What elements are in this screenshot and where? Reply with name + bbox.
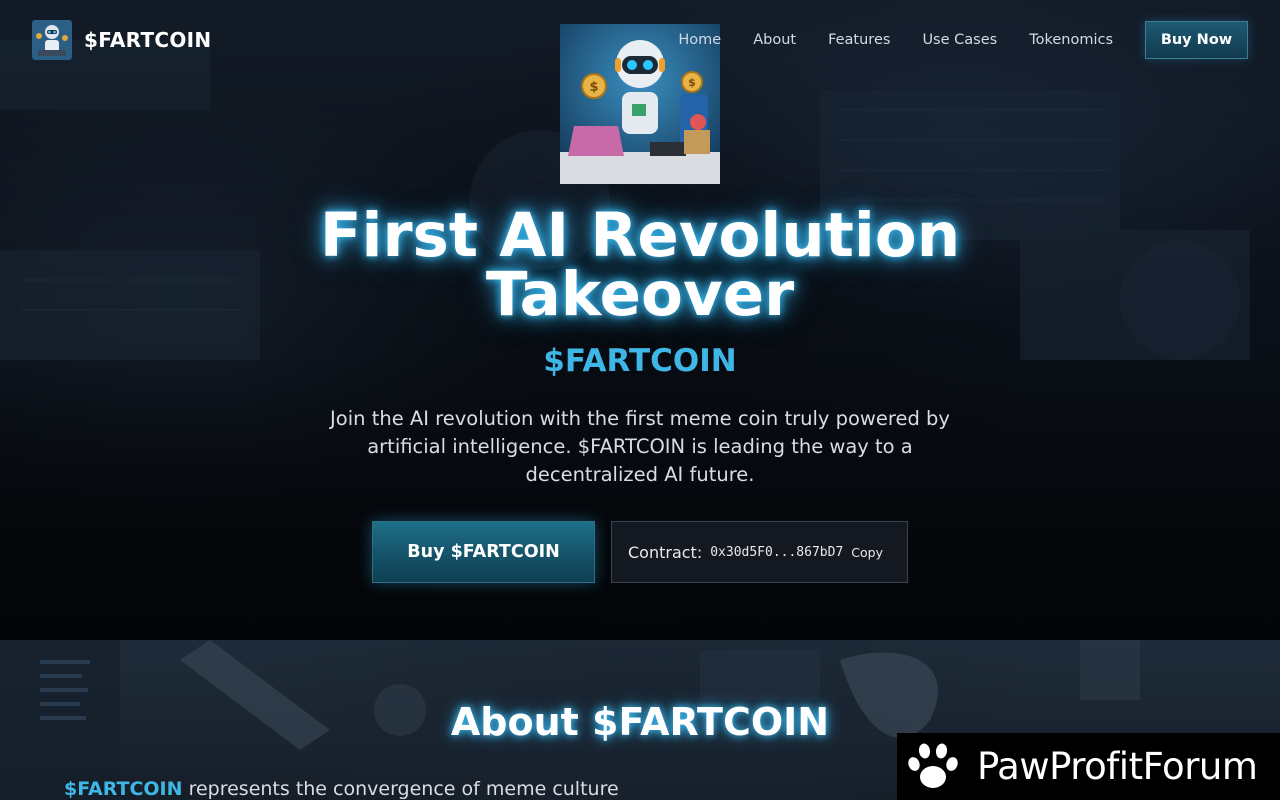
paw-icon: [908, 743, 958, 788]
brand-name: $FARTCOIN: [84, 28, 212, 52]
nav-home[interactable]: Home: [678, 32, 721, 48]
main-nav: Home About Features Use Cases Tokenomics…: [678, 21, 1248, 59]
svg-text:$: $: [589, 80, 598, 95]
robot-logo-icon: [32, 20, 72, 60]
contract-box: Contract: 0x30d5F0...867bD7 Copy: [611, 521, 908, 583]
contract-address: 0x30d5F0...867bD7: [710, 544, 844, 560]
hero-subtitle: $FARTCOIN: [543, 343, 737, 379]
copy-button[interactable]: Copy: [851, 545, 883, 560]
hero-section: $FARTCOIN $ $ Home About Features Use Ca…: [0, 0, 1280, 640]
buy-fartcoin-button[interactable]: Buy $FARTCOIN: [372, 521, 595, 583]
about-text-highlight: $FARTCOIN: [64, 778, 183, 800]
contract-label: Contract:: [628, 542, 703, 562]
svg-text:$: $: [688, 76, 696, 89]
nav-about[interactable]: About: [753, 32, 796, 48]
watermark: PawProfitForum: [897, 733, 1280, 800]
about-text-rest: represents the convergence of meme cultu…: [182, 778, 619, 800]
brand[interactable]: $FARTCOIN: [32, 20, 211, 60]
nav-features[interactable]: Features: [828, 32, 890, 48]
hero-title: First AI Revolution Takeover: [319, 200, 961, 330]
nav-use-cases[interactable]: Use Cases: [922, 32, 997, 48]
watermark-text: PawProfitForum: [977, 745, 1258, 788]
buy-now-button[interactable]: Buy Now: [1145, 21, 1248, 59]
hero-description: Join the AI revolution with the first me…: [330, 407, 950, 486]
about-text: $FARTCOIN represents the convergence of …: [64, 778, 619, 800]
nav-tokenomics[interactable]: Tokenomics: [1029, 32, 1113, 48]
